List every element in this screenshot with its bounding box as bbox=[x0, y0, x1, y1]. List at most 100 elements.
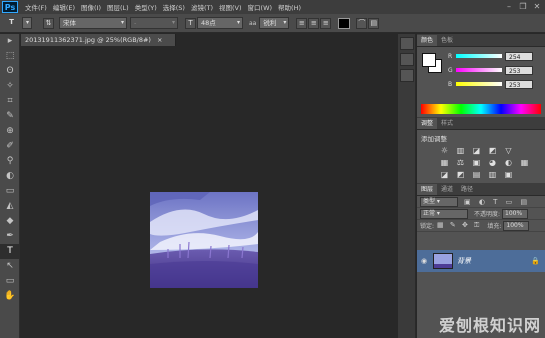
properties-panel-icon[interactable] bbox=[400, 53, 414, 66]
history-panel-icon[interactable] bbox=[400, 37, 414, 50]
type-tool-icon[interactable]: T bbox=[6, 18, 17, 29]
green-value-input[interactable]: 253 bbox=[505, 65, 533, 75]
blur-tool-icon[interactable]: ◆ bbox=[0, 214, 20, 229]
move-tool-icon[interactable]: ▸ bbox=[0, 34, 20, 49]
color-spectrum-ramp[interactable] bbox=[421, 104, 541, 114]
blend-mode-select[interactable]: 正常 ▾ bbox=[420, 208, 468, 219]
tab-channels[interactable]: 通道 bbox=[437, 184, 457, 195]
layers-panel-tabs: 图层 通道 路径 bbox=[417, 183, 545, 196]
levels-icon[interactable]: ▥ bbox=[454, 146, 467, 156]
collapsed-panel-strip bbox=[398, 34, 416, 338]
color-balance-icon[interactable]: ⚖ bbox=[454, 158, 467, 168]
healing-tool-icon[interactable]: ⊕ bbox=[0, 124, 20, 139]
blue-value-input[interactable]: 253 bbox=[505, 79, 533, 89]
font-family-select[interactable]: 宋体 ▾ bbox=[59, 17, 127, 29]
tab-swatches[interactable]: 色板 bbox=[437, 35, 457, 46]
tool-preset-picker[interactable]: ▾ bbox=[22, 17, 32, 29]
lock-icons[interactable]: ▦ ✎ ✥ ⚿ bbox=[437, 221, 481, 230]
color-panel-tabs: 颜色 色板 bbox=[417, 34, 545, 47]
color-lookup-icon[interactable]: ▦ bbox=[518, 158, 531, 168]
eyedropper-tool-icon[interactable]: ✎ bbox=[0, 109, 20, 124]
foreground-color-swatch[interactable] bbox=[422, 53, 436, 67]
anti-alias-icon: aa bbox=[249, 19, 257, 27]
layer-filter-select[interactable]: 类型 ▾ bbox=[420, 196, 458, 207]
close-button[interactable]: ✕ bbox=[531, 1, 543, 12]
visibility-eye-icon[interactable]: ◉ bbox=[419, 257, 429, 265]
tab-adjustments[interactable]: 调整 bbox=[417, 118, 438, 129]
tab-layers[interactable]: 图层 bbox=[417, 184, 438, 195]
lasso-tool-icon[interactable]: ʘ bbox=[0, 64, 20, 79]
eraser-tool-icon[interactable]: ▭ bbox=[0, 184, 20, 199]
channel-mixer-icon[interactable]: ◐ bbox=[502, 158, 515, 168]
filter-icons[interactable]: ▣ ◐ T ▭ ▤ bbox=[464, 198, 530, 206]
close-tab-icon[interactable]: × bbox=[157, 36, 162, 44]
layer-thumbnail bbox=[433, 253, 453, 269]
curves-icon[interactable]: ◪ bbox=[470, 146, 483, 156]
align-right-button[interactable]: ≡ bbox=[320, 17, 332, 29]
green-slider[interactable] bbox=[456, 68, 502, 72]
pen-tool-icon[interactable]: ✒ bbox=[0, 229, 20, 244]
quick-select-tool-icon[interactable]: ✧ bbox=[0, 79, 20, 94]
type-tool-icon-selected[interactable]: T bbox=[0, 244, 20, 259]
vibrance-icon[interactable]: ▽ bbox=[502, 146, 515, 156]
tab-paths[interactable]: 路径 bbox=[457, 184, 477, 195]
adjustments-panel: 添加调整 ☼ ▥ ◪ ◩ ▽ ▦ ⚖ ▣ ◕ ◐ ▦ ◪ ◩ ▤ ▥ ▣ bbox=[417, 130, 545, 183]
invert-icon[interactable]: ◪ bbox=[438, 170, 451, 180]
fill-input[interactable]: 100% bbox=[503, 220, 530, 231]
menu-select[interactable]: 选择(S) bbox=[163, 2, 185, 12]
posterize-icon[interactable]: ◩ bbox=[454, 170, 467, 180]
menu-help[interactable]: 帮助(H) bbox=[278, 2, 301, 12]
menu-window[interactable]: 窗口(W) bbox=[248, 2, 273, 12]
hue-saturation-icon[interactable]: ▦ bbox=[438, 158, 451, 168]
menu-file[interactable]: 文件(F) bbox=[25, 2, 47, 12]
shape-tool-icon[interactable]: ▭ bbox=[0, 274, 20, 289]
menu-image[interactable]: 图像(I) bbox=[81, 2, 101, 12]
tab-styles[interactable]: 样式 bbox=[437, 118, 457, 129]
brush-tool-icon[interactable]: ✐ bbox=[0, 139, 20, 154]
menu-filter[interactable]: 滤镜(T) bbox=[191, 2, 213, 12]
character-panel-icon[interactable] bbox=[400, 69, 414, 82]
font-style-select[interactable]: - ▾ bbox=[130, 17, 178, 29]
blue-slider[interactable] bbox=[456, 82, 502, 86]
menu-view[interactable]: 视图(V) bbox=[219, 2, 242, 12]
canvas-image[interactable] bbox=[150, 192, 258, 288]
document-tab[interactable]: 20131911362371.jpg @ 25%(RGB/8#) × bbox=[21, 34, 176, 46]
character-panel-button[interactable]: ▤ bbox=[368, 17, 380, 29]
layer-background[interactable]: ◉ 背景 🔒 bbox=[417, 250, 545, 272]
adjustment-icons-grid: ☼ ▥ ◪ ◩ ▽ ▦ ⚖ ▣ ◕ ◐ ▦ ◪ ◩ ▤ ▥ ▣ bbox=[417, 145, 545, 183]
text-orientation-icon[interactable]: ⇅ bbox=[43, 17, 54, 29]
restore-button[interactable]: ❐ bbox=[517, 1, 529, 12]
black-white-icon[interactable]: ▣ bbox=[470, 158, 483, 168]
align-left-button[interactable]: ≡ bbox=[296, 17, 308, 29]
green-channel-row: G 253 bbox=[448, 65, 543, 75]
photo-filter-icon[interactable]: ◕ bbox=[486, 158, 499, 168]
stamp-tool-icon[interactable]: ⚲ bbox=[0, 154, 20, 169]
align-center-button[interactable]: ≡ bbox=[308, 17, 320, 29]
path-select-tool-icon[interactable]: ↖ bbox=[0, 259, 20, 274]
hand-tool-icon[interactable]: ✋ bbox=[0, 289, 20, 304]
exposure-icon[interactable]: ◩ bbox=[486, 146, 499, 156]
marquee-tool-icon[interactable]: ⬚ bbox=[0, 49, 20, 64]
tab-color[interactable]: 颜色 bbox=[417, 35, 438, 46]
options-bar: T ▾ ⇅ 宋体 ▾ - ▾ T 48点 ▾ aa 锐利 ▾ ≡ ≡ ≡ ⌒ ▤ bbox=[0, 14, 545, 33]
text-color-swatch[interactable] bbox=[338, 17, 351, 29]
brightness-icon[interactable]: ☼ bbox=[438, 146, 451, 156]
red-slider[interactable] bbox=[456, 54, 502, 58]
gradient-map-icon[interactable]: ▥ bbox=[486, 170, 499, 180]
red-value-input[interactable]: 254 bbox=[505, 51, 533, 61]
anti-alias-select[interactable]: 锐利 ▾ bbox=[259, 17, 290, 29]
opacity-input[interactable]: 100% bbox=[502, 208, 529, 219]
menu-layer[interactable]: 图层(L) bbox=[107, 2, 129, 12]
color-panel: R 254 G 253 B 253 bbox=[417, 47, 545, 117]
menu-edit[interactable]: 编辑(E) bbox=[53, 2, 75, 12]
font-size-select[interactable]: 48点 ▾ bbox=[197, 17, 243, 29]
selective-color-icon[interactable]: ▣ bbox=[502, 170, 515, 180]
threshold-icon[interactable]: ▤ bbox=[470, 170, 483, 180]
menu-type[interactable]: 类型(Y) bbox=[135, 2, 157, 12]
font-size-icon: T bbox=[185, 17, 196, 29]
crop-tool-icon[interactable]: ⌗ bbox=[0, 94, 20, 109]
minimize-button[interactable]: – bbox=[503, 1, 515, 12]
gradient-tool-icon[interactable]: ◭ bbox=[0, 199, 20, 214]
history-brush-tool-icon[interactable]: ◐ bbox=[0, 169, 20, 184]
warp-text-button[interactable]: ⌒ bbox=[356, 17, 368, 29]
